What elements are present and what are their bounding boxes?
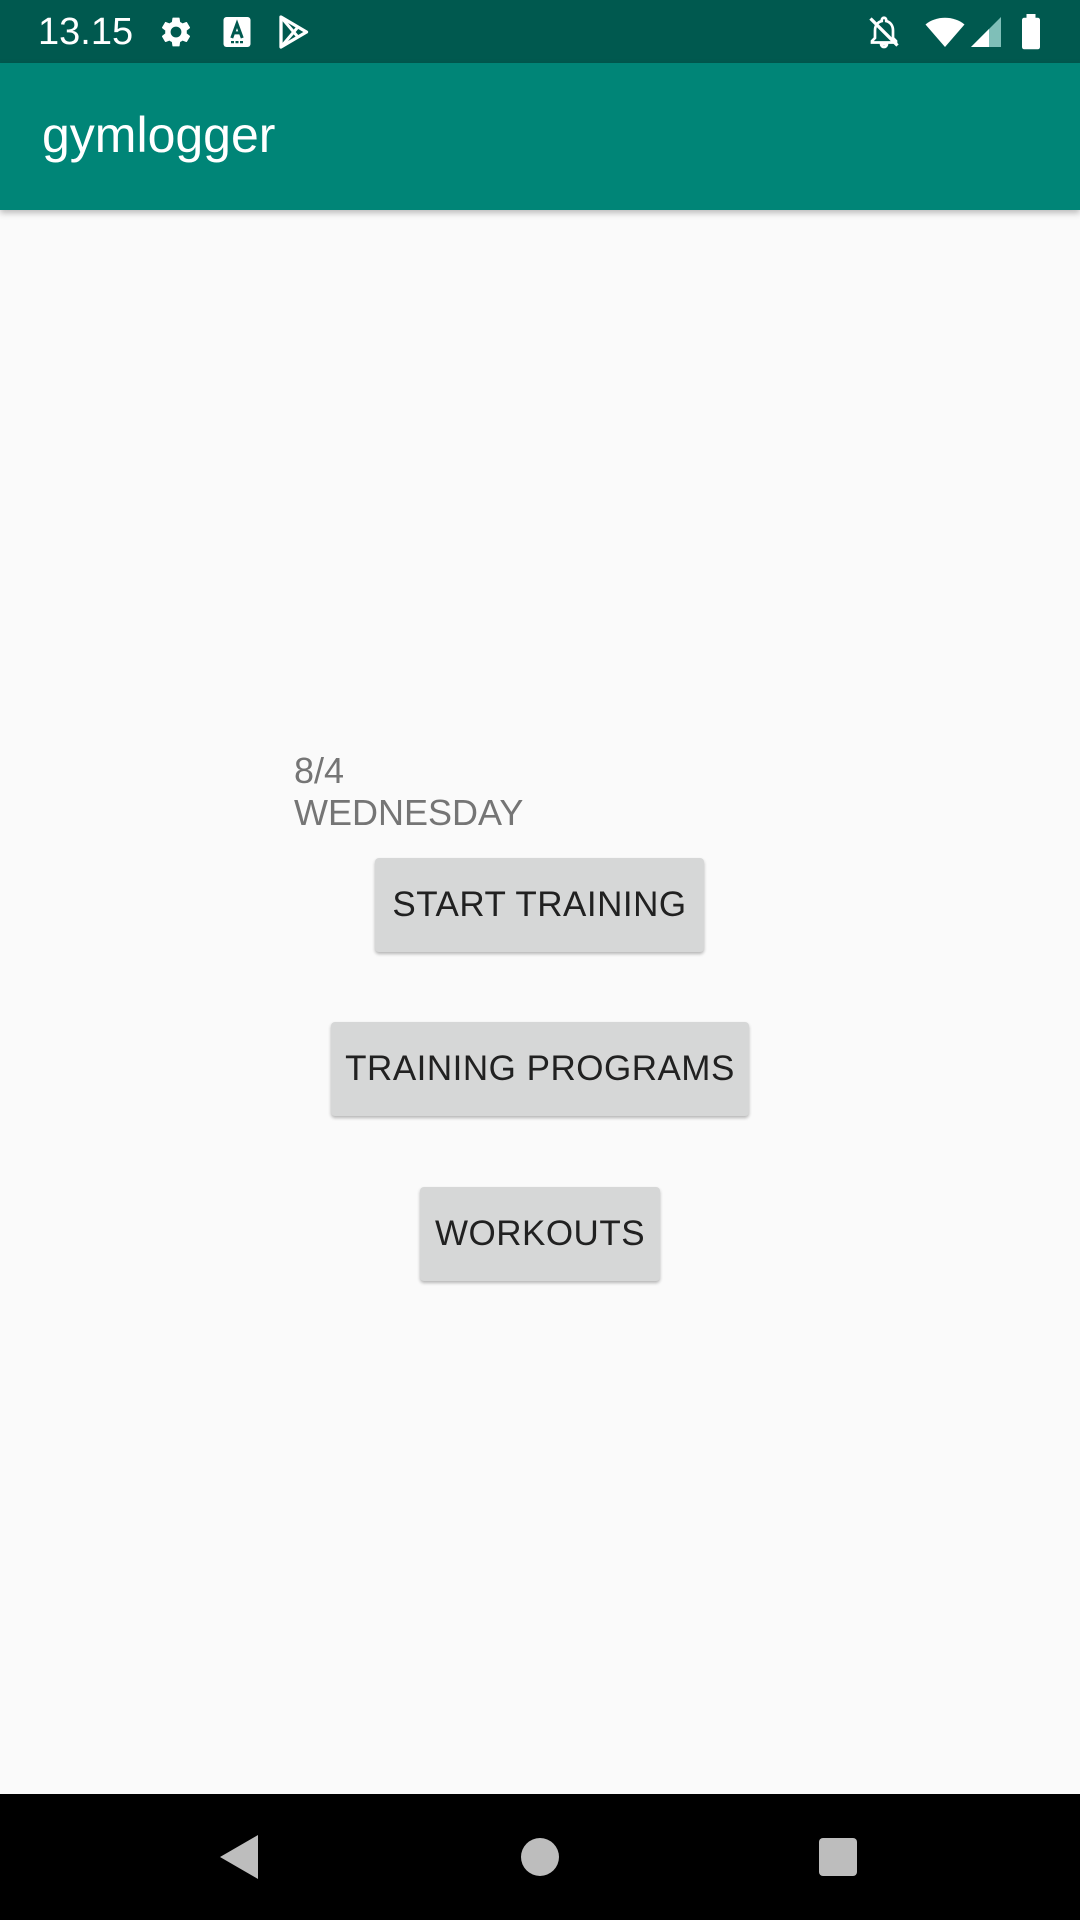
home-icon[interactable] [510, 1827, 570, 1887]
play-store-icon [275, 14, 311, 50]
gear-icon [158, 14, 194, 50]
battery-icon [1016, 14, 1046, 50]
status-bar: 13.15 [0, 0, 1080, 63]
app-bar: gymlogger [0, 63, 1080, 210]
training-programs-button[interactable]: TRAINING PROGRAMS [331, 1022, 749, 1116]
app-title: gymlogger [42, 107, 276, 163]
text-a-icon [219, 14, 255, 50]
wifi-icon [924, 14, 966, 50]
recents-icon[interactable] [808, 1827, 868, 1887]
navigation-bar [0, 1794, 1080, 1920]
notifications-off-icon [866, 14, 902, 50]
back-icon[interactable] [210, 1827, 270, 1887]
start-training-button[interactable]: START TRAINING [375, 858, 704, 952]
date-block: 8/4 WEDNESDAY [294, 750, 523, 834]
signal-icon [968, 14, 1004, 50]
workouts-button[interactable]: WORKOUTS [420, 1187, 660, 1281]
weekday-text: WEDNESDAY [294, 792, 524, 833]
status-time: 13.15 [38, 11, 134, 53]
date-text: 8/4 [294, 750, 345, 791]
screen: 13.15 gymlogger 8/4 WEDNESDAY START TRAI… [0, 0, 1080, 1920]
